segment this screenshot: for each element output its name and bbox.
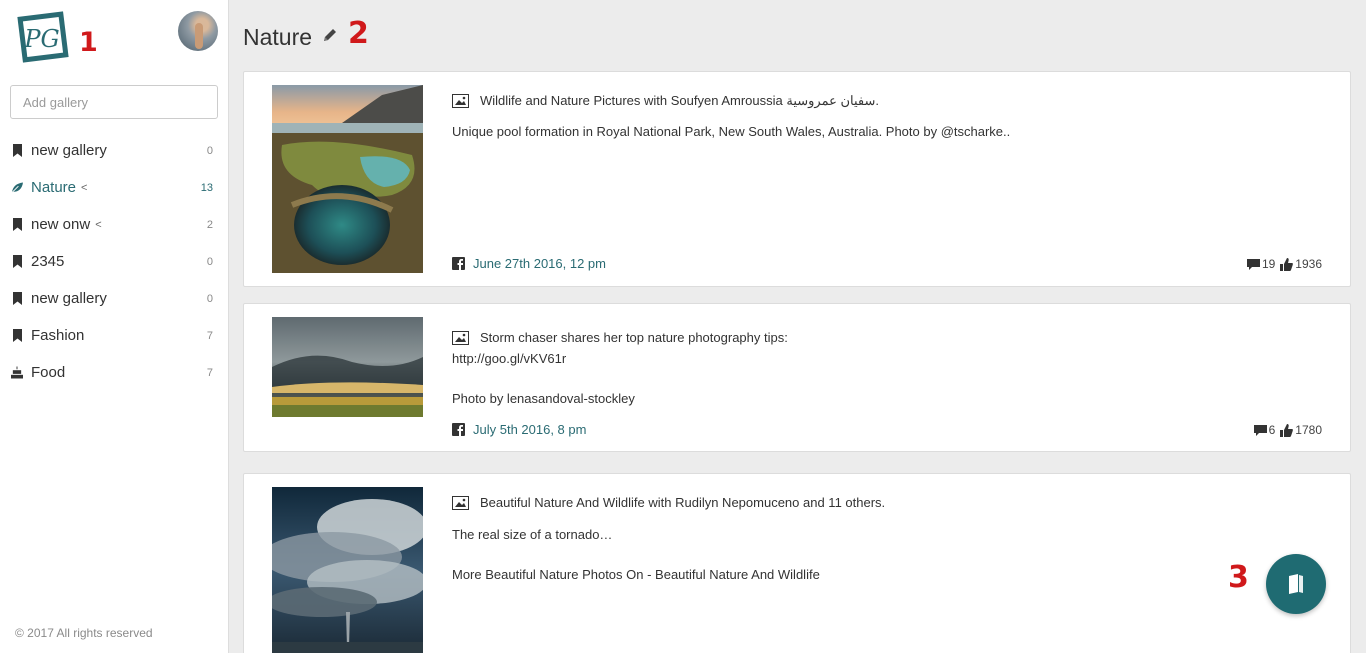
gallery-label: 2345 — [31, 253, 65, 270]
post-date-link[interactable]: July 5th 2016, 8 pm — [452, 422, 586, 437]
copyright: © 2017 All rights reserved — [15, 626, 153, 640]
image-icon — [452, 330, 469, 345]
post-date: June 27th 2016, 12 pm — [473, 256, 606, 271]
comment-icon — [1246, 258, 1260, 270]
post-text: Unique pool formation in Royal National … — [452, 124, 1011, 139]
leaf-icon — [11, 180, 23, 195]
gallery-count: 7 — [206, 329, 213, 342]
gallery-count: 7 — [206, 366, 213, 379]
post-thumbnail[interactable] — [272, 85, 423, 273]
gallery-list: new gallery 0 Nature < 13 new onw < 2 23… — [0, 132, 228, 391]
bookmark-icon — [11, 254, 23, 269]
facebook-icon — [452, 257, 465, 270]
comment-icon — [1253, 424, 1267, 436]
gallery-count: 2 — [206, 218, 213, 231]
post-date: July 5th 2016, 8 pm — [473, 422, 587, 437]
post-source-text: Wildlife and Nature Pictures with Soufye… — [480, 93, 880, 108]
post-source-text: Storm chaser shares her top nature photo… — [480, 330, 788, 345]
post-text: http://goo.gl/vKV61r Photo by lenasandov… — [452, 351, 635, 406]
gallery-label: Nature — [31, 179, 77, 196]
post-date-link[interactable]: June 27th 2016, 12 pm — [452, 256, 606, 271]
post-thumbnail[interactable] — [272, 317, 423, 417]
cake-icon — [11, 365, 23, 380]
gallery-item-fashion[interactable]: Fashion 7 — [0, 317, 228, 354]
gallery-item-food[interactable]: Food 7 — [0, 354, 228, 391]
add-gallery-input[interactable] — [10, 85, 218, 119]
share-icon: < — [81, 181, 88, 194]
gallery-label: new gallery — [31, 142, 107, 159]
bookmark-icon — [11, 143, 23, 158]
like-count: 1780 — [1295, 423, 1322, 437]
thumbs-up-icon — [1280, 257, 1294, 271]
sidebar: PG 1 new gallery 0 Nature < 13 new onw <… — [0, 0, 229, 653]
post-text: The real size of a tornado… More Beautif… — [452, 527, 820, 582]
post-thumbnail[interactable] — [272, 487, 423, 653]
post-source: Wildlife and Nature Pictures with Soufye… — [452, 93, 879, 109]
bookmark-icon — [11, 328, 23, 343]
logo[interactable]: PG — [14, 11, 70, 64]
gallery-count: 0 — [206, 255, 213, 268]
bookmark-icon — [11, 217, 23, 232]
annotation-1: 1 — [79, 27, 98, 58]
gallery-count: 0 — [206, 292, 213, 305]
post-card[interactable]: Wildlife and Nature Pictures with Soufye… — [243, 71, 1351, 287]
avatar[interactable] — [178, 11, 218, 51]
logo-text: PG — [23, 25, 59, 53]
post-source-text: Beautiful Nature And Wildlife with Rudil… — [480, 495, 886, 510]
gallery-item-new-gallery-2[interactable]: new gallery 0 — [0, 280, 228, 317]
like-count: 1936 — [1295, 257, 1322, 271]
post-card[interactable]: Beautiful Nature And Wildlife with Rudil… — [243, 473, 1351, 653]
image-icon — [452, 94, 469, 108]
share-icon: < — [95, 218, 102, 231]
gallery-item-new-onw[interactable]: new onw < 2 — [0, 206, 228, 243]
post-source: Storm chaser shares her top nature photo… — [452, 330, 788, 345]
post-card[interactable]: Storm chaser shares her top nature photo… — [243, 303, 1351, 452]
comment-count: 6 — [1268, 423, 1276, 437]
annotation-2: 2 — [348, 16, 369, 51]
gallery-item-2345[interactable]: 2345 0 — [0, 243, 228, 280]
post-stats: 19 1936 — [1246, 257, 1322, 271]
bookmark-icon — [11, 291, 23, 306]
post-stats: 6 1780 — [1253, 423, 1322, 437]
add-to-gallery-fab[interactable] — [1266, 554, 1326, 614]
image-icon — [452, 495, 469, 510]
gallery-count: 13 — [200, 181, 213, 194]
thumbs-up-icon — [1280, 423, 1294, 437]
gallery-label: Fashion — [31, 327, 85, 344]
pencil-icon[interactable] — [321, 26, 339, 44]
post-source: Beautiful Nature And Wildlife with Rudil… — [452, 495, 885, 510]
gallery-label: new gallery — [31, 290, 107, 307]
book-icon — [1289, 574, 1303, 594]
gallery-item-new-gallery[interactable]: new gallery 0 — [0, 132, 228, 169]
page-title: Nature — [243, 24, 313, 50]
gallery-item-nature[interactable]: Nature < 13 — [0, 169, 228, 206]
gallery-label: new onw — [31, 216, 91, 233]
annotation-3: 3 — [1228, 560, 1249, 595]
facebook-icon — [452, 423, 465, 436]
gallery-label: Food — [31, 364, 66, 381]
comment-count: 19 — [1261, 257, 1276, 271]
gallery-count: 0 — [206, 144, 213, 157]
